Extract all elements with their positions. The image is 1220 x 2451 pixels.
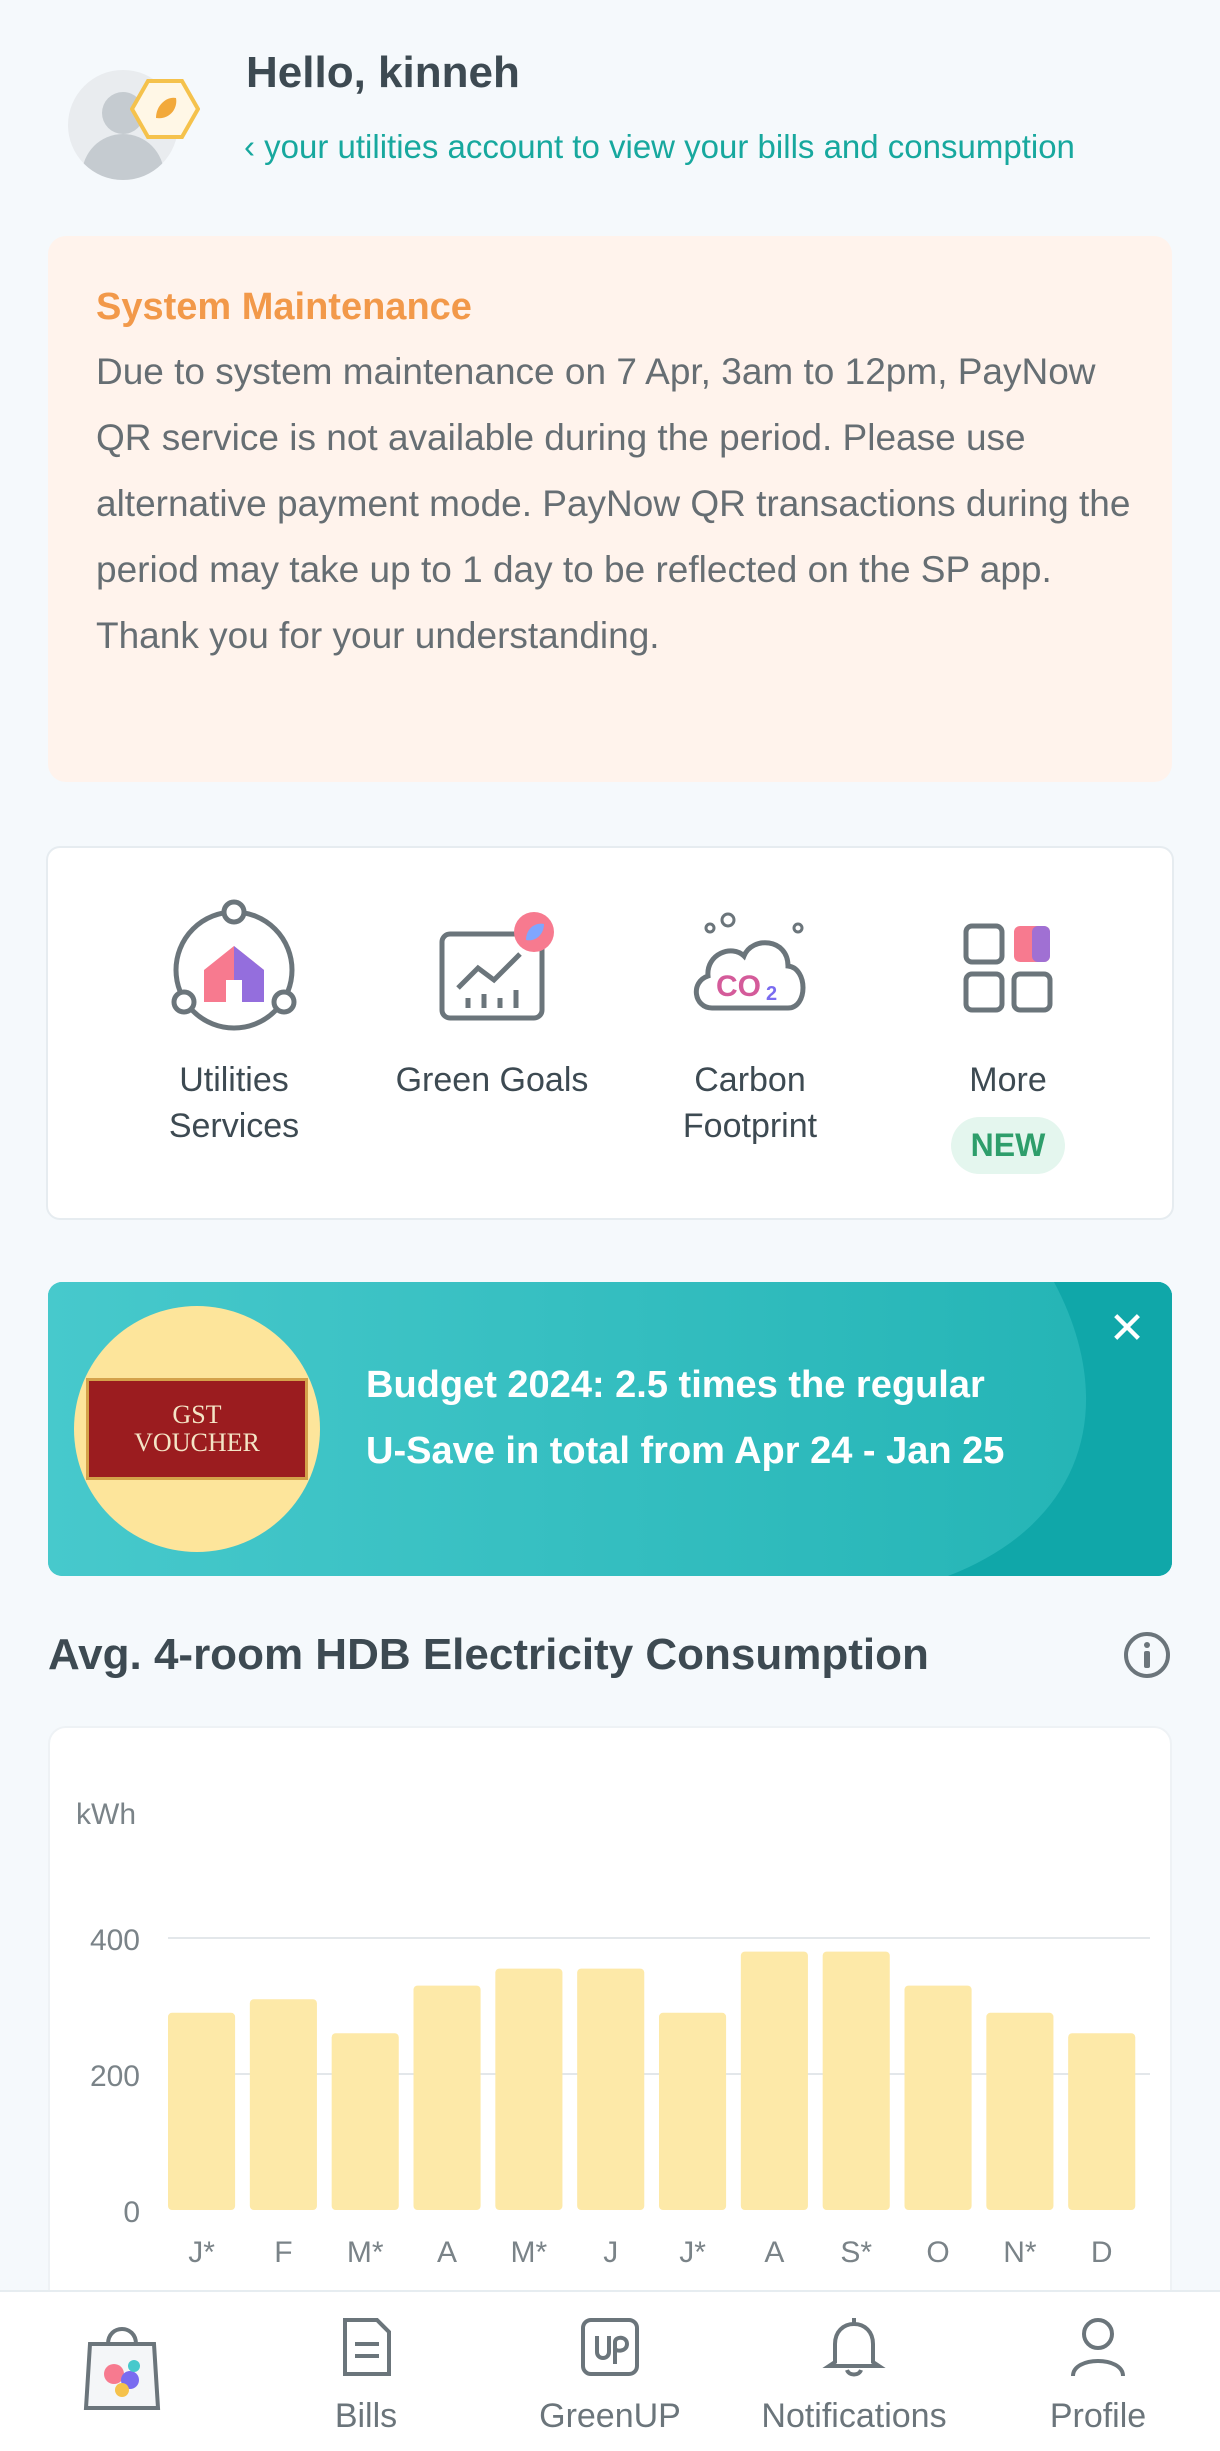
tab-bills[interactable]: Bills <box>244 2312 488 2436</box>
y-tick-label: 200 <box>90 2060 140 2093</box>
leaf-hexagon-icon <box>130 79 200 139</box>
tab-notifications[interactable]: Notifications <box>732 2312 976 2436</box>
tab-greenup-label: GreenUP <box>539 2397 681 2435</box>
chart-bar <box>1068 2033 1136 2210</box>
tab-greenup[interactable]: GreenUP <box>488 2312 732 2436</box>
x-tick-label: F <box>274 2236 292 2269</box>
consumption-chart-card: kWh 0 200 400 J* F M* A M* J J* A S* O N* D <box>48 1726 1172 2366</box>
consumption-chart: kWh 0 200 400 J* F M* A M* J J* A S* O N* D <box>76 1798 1150 2269</box>
more-grid-icon <box>963 923 1053 1013</box>
chart-bar <box>168 2012 236 2210</box>
banner-text: Budget 2024: 2.5 times the regular U-Sav… <box>366 1364 1005 1472</box>
more-label: More <box>969 1061 1047 1099</box>
y-tick-label: 0 <box>123 2196 140 2229</box>
svg-text:2: 2 <box>766 983 777 1005</box>
link-account-text[interactable]: ‹ your utilities account to view your bi… <box>244 128 1150 166</box>
services-card: Utilities Services Green Goals CO 2 Carb… <box>46 846 1174 1220</box>
promo-banner[interactable]: GST VOUCHER Budget 2024: 2.5 times the re… <box>48 1282 1172 1576</box>
y-tick-label: 400 <box>90 1924 140 1957</box>
gst-voucher-image: GST VOUCHER <box>86 1378 308 1480</box>
shopping-bag-icon <box>83 2327 161 2410</box>
chart-bar <box>331 2033 399 2210</box>
chart-bar <box>577 1968 645 2210</box>
header: Hello, kinneh ‹ your utilities account t… <box>0 0 1220 220</box>
x-tick-label: N* <box>1003 2236 1037 2269</box>
notice-body: Due to system maintenance on 7 Apr, 3am … <box>96 351 1131 656</box>
x-tick-label: M* <box>347 2236 384 2269</box>
x-tick-label: J* <box>679 2236 706 2269</box>
green-goals-tile[interactable]: Green Goals <box>362 898 622 1103</box>
carbon-footprint-icon: CO 2 <box>694 912 806 1011</box>
utilities-services-label-2: Services <box>168 1107 300 1145</box>
more-tile[interactable]: More NEW <box>878 898 1138 1174</box>
svg-text:CO: CO <box>716 970 761 1003</box>
tab-profile[interactable]: Profile <box>976 2312 1220 2436</box>
green-goals-label: Green Goals <box>395 1061 589 1099</box>
utilities-services-tile[interactable]: Utilities Services <box>104 898 364 1149</box>
chart-bar <box>740 1951 808 2210</box>
tab-bills-label: Bills <box>334 2397 398 2435</box>
x-tick-label: D <box>1091 2236 1113 2269</box>
green-goals-icon <box>439 912 554 1021</box>
close-icon[interactable]: ✕ <box>1102 1304 1152 1354</box>
voucher-badge: GST VOUCHER <box>74 1306 320 1552</box>
utilities-services-icon <box>171 899 297 1031</box>
tab-shop[interactable] <box>0 2312 244 2417</box>
x-tick-label: J* <box>188 2236 215 2269</box>
carbon-footprint-label: Carbon <box>694 1061 806 1099</box>
bottom-tab-bar: Bills GreenUP Notifications Profile <box>0 2290 1220 2451</box>
utilities-services-label: Utilities <box>179 1061 289 1099</box>
x-tick-label: A <box>437 2236 457 2269</box>
greenup-icon <box>581 2318 639 2376</box>
maintenance-notice: System Maintenance Due to system mainten… <box>48 236 1172 782</box>
tab-profile-label: Profile <box>1049 2397 1147 2435</box>
bell-icon <box>822 2318 886 2377</box>
chart-bar <box>986 2012 1054 2210</box>
x-tick-label: S* <box>840 2236 872 2269</box>
x-tick-label: O <box>926 2236 949 2269</box>
profile-icon <box>1071 2318 1125 2377</box>
y-axis-label: kWh <box>76 1798 136 1831</box>
chart-bar <box>904 1985 972 2210</box>
carbon-footprint-label-2: Footprint <box>682 1107 818 1145</box>
new-badge: NEW <box>950 1117 1066 1174</box>
info-icon[interactable] <box>1122 1630 1172 1680</box>
bills-icon <box>343 2318 391 2376</box>
consumption-title: Avg. 4-room HDB Electricity Consumption <box>48 1630 929 1679</box>
chart-bar <box>249 1999 317 2210</box>
tab-notifications-label: Notifications <box>761 2397 947 2435</box>
x-tick-label: A <box>764 2236 784 2269</box>
x-tick-label: M* <box>511 2236 548 2269</box>
notice-title: System Maintenance <box>96 286 472 328</box>
chart-bar <box>495 1968 563 2210</box>
carbon-footprint-tile[interactable]: CO 2 Carbon Footprint <box>620 898 880 1149</box>
x-tick-label: J <box>603 2236 618 2269</box>
chart-bar <box>659 2012 727 2210</box>
chart-bar <box>822 1951 890 2210</box>
greeting: Hello, kinneh <box>246 48 520 97</box>
chart-bar <box>413 1985 481 2210</box>
